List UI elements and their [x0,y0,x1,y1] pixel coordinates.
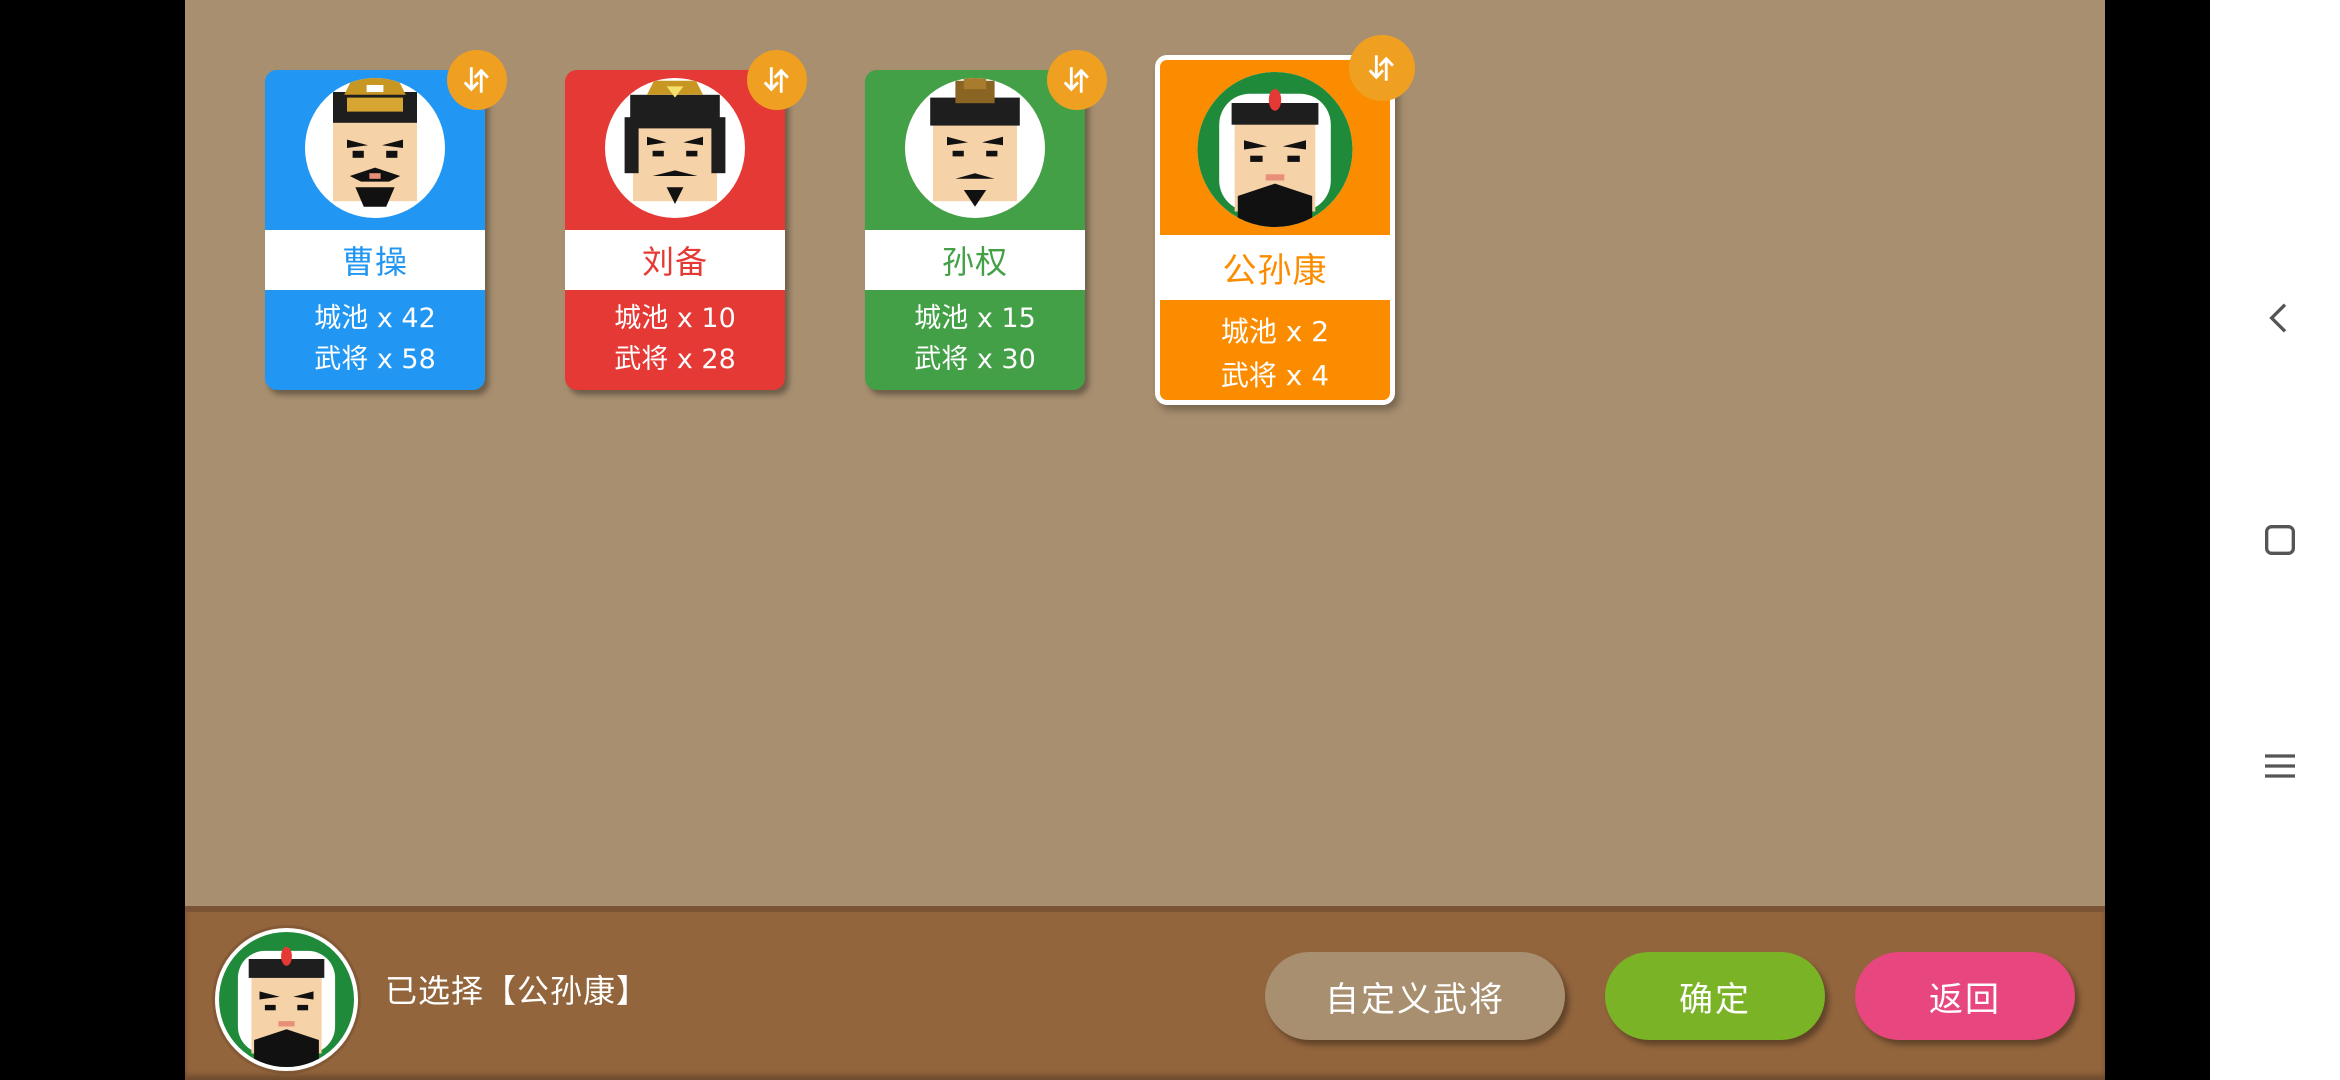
bar-divider [185,906,2105,912]
avatar-sun-quan [905,78,1045,218]
selected-text: 已选择【公孙康】 [385,972,650,1010]
card-stats: 城池 x 2 武将 x 4 [1160,310,1390,398]
city-count: 城池 x 2 [1220,315,1330,348]
card-name: 公孙康 [1160,235,1390,300]
city-count: 城池 x 10 [614,303,736,334]
swap-vertical-icon[interactable] [1047,50,1107,110]
faction-card-cao-cao[interactable]: 曹操 城池 x 42 武将 x 58 [265,50,507,390]
city-count: 城池 x 42 [314,303,436,334]
swap-vertical-icon[interactable] [747,50,807,110]
avatar-liu-bei [605,78,745,218]
swap-vertical-icon[interactable] [447,50,507,110]
selected-avatar [215,928,358,1071]
confirm-button[interactable]: 确定 [1605,952,1825,1040]
card-stats: 城池 x 42 武将 x 58 [265,298,485,380]
faction-card-liu-bei[interactable]: 刘备 城池 x 10 武将 x 28 [565,50,807,390]
card-name: 孙权 [865,230,1085,290]
back-button[interactable]: 返回 [1855,952,2075,1040]
chevron-left-icon[interactable] [2260,298,2300,338]
avatar-cao-cao [305,78,445,218]
custom-general-button[interactable]: 自定义武将 [1265,952,1565,1040]
card-stats: 城池 x 10 武将 x 28 [565,298,785,380]
general-count: 武将 x 30 [914,344,1036,375]
general-count: 武将 x 28 [614,344,736,375]
bottom-bar: 已选择【公孙康】 自定义武将 确定 返回 [185,906,2105,1080]
hamburger-icon[interactable] [2260,746,2300,786]
square-icon[interactable] [2260,520,2300,560]
general-count: 武将 x 58 [314,344,436,375]
card-name: 刘备 [565,230,785,290]
card-stats: 城池 x 15 武将 x 30 [865,298,1085,380]
faction-card-gongsun-kang[interactable]: 公孙康 城池 x 2 武将 x 4 [1155,35,1415,405]
system-nav-bar [2210,0,2340,1080]
general-count: 武将 x 4 [1220,359,1330,392]
faction-card-sun-quan[interactable]: 孙权 城池 x 15 武将 x 30 [865,50,1107,390]
game-screen: 曹操 城池 x 42 武将 x 58 刘备 城池 x 10 武将 x 28 孙权… [185,0,2105,1080]
avatar-gongsun-kang [1197,72,1353,227]
swap-vertical-icon[interactable] [1349,35,1415,101]
card-name: 曹操 [265,230,485,290]
city-count: 城池 x 15 [914,303,1036,334]
